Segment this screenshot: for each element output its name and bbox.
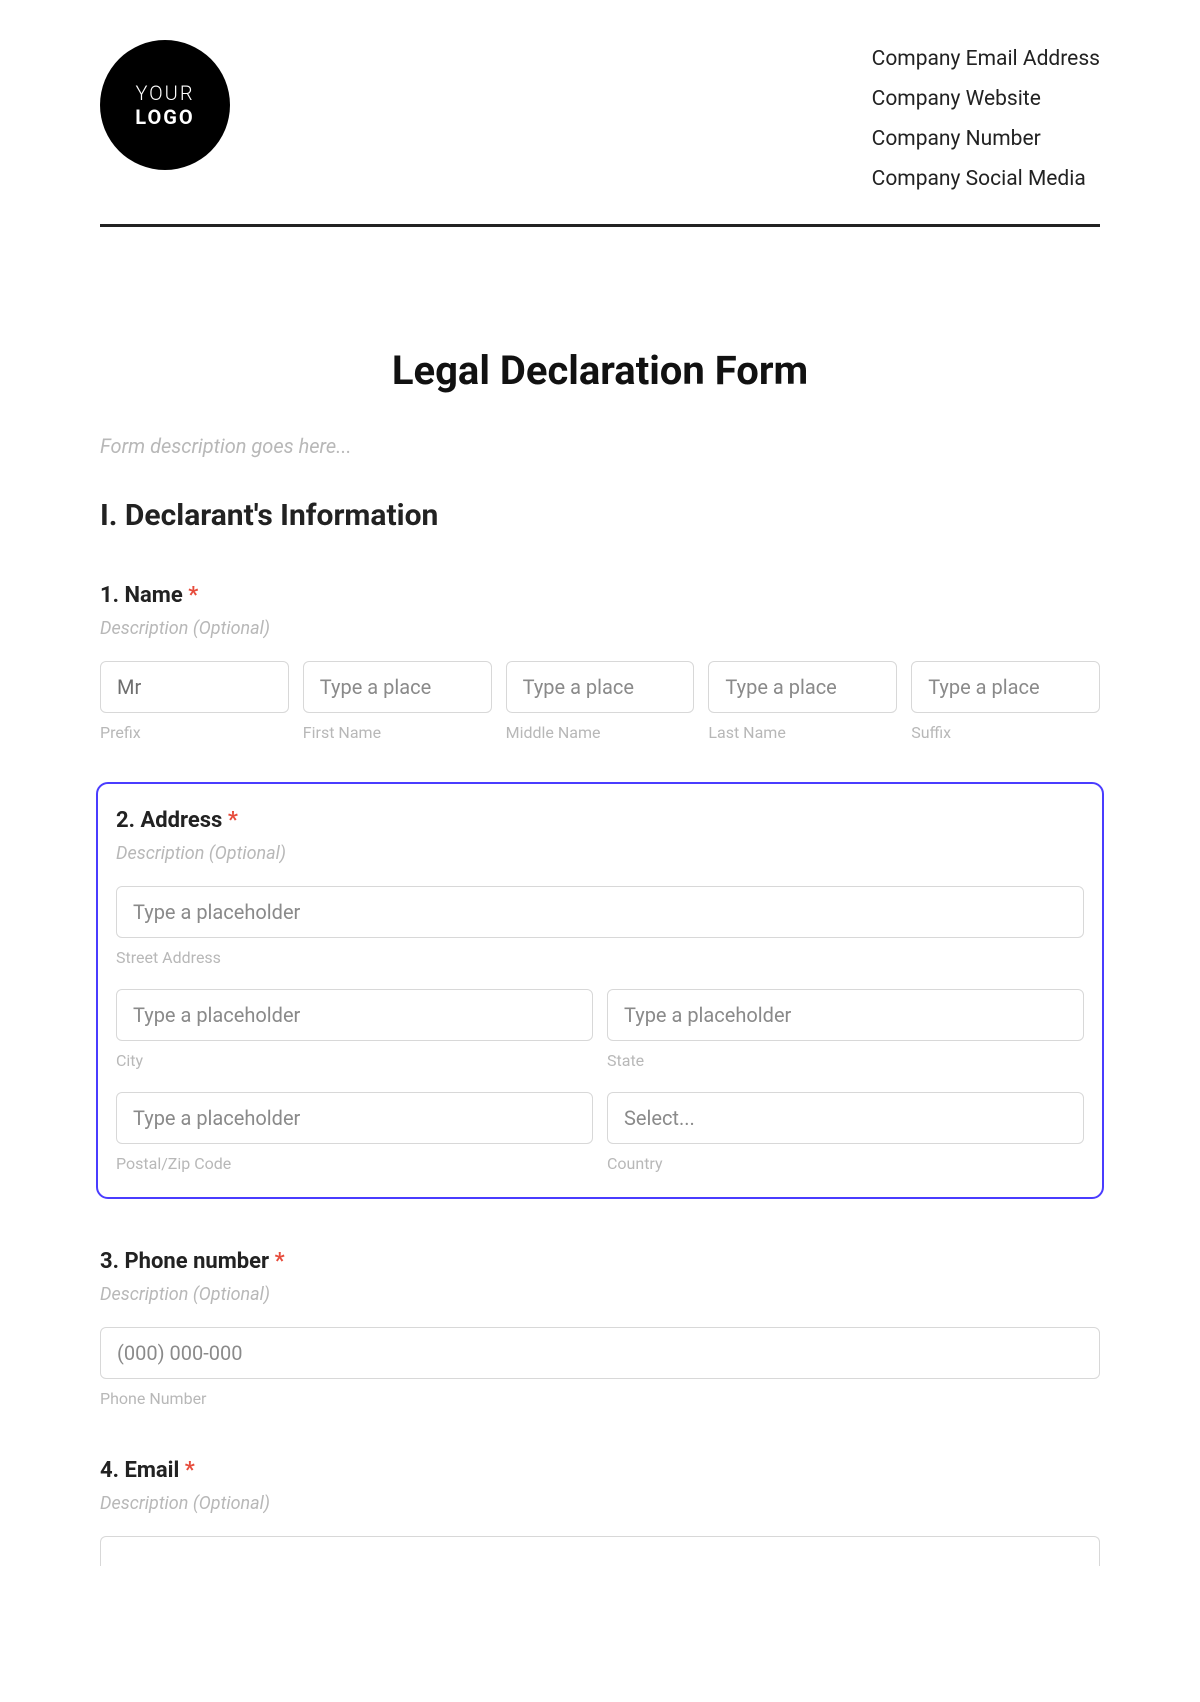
- city-sublabel: City: [116, 1051, 593, 1070]
- logo-line1: YOUR: [135, 81, 194, 105]
- company-email: Company Email Address: [872, 40, 1100, 80]
- middle-name-sublabel: Middle Name: [506, 723, 695, 742]
- section-title: I. Declarant's Information: [100, 498, 1100, 533]
- name-label: 1. Name *: [100, 583, 1100, 608]
- company-website: Company Website: [872, 80, 1100, 120]
- postal-sublabel: Postal/Zip Code: [116, 1154, 593, 1173]
- last-name-input[interactable]: [708, 661, 897, 713]
- form-title: Legal Declaration Form: [100, 347, 1100, 394]
- logo-line2: LOGO: [135, 105, 194, 129]
- company-social: Company Social Media: [872, 160, 1100, 200]
- required-mark: *: [275, 1249, 285, 1274]
- field-name: 1. Name * Description (Optional) Prefix …: [100, 583, 1100, 742]
- state-input[interactable]: [607, 989, 1084, 1041]
- email-input-partial[interactable]: [100, 1536, 1100, 1566]
- country-select[interactable]: [607, 1092, 1084, 1144]
- logo: YOUR LOGO: [100, 40, 230, 170]
- required-mark: *: [228, 808, 238, 833]
- middle-name-input[interactable]: [506, 661, 695, 713]
- first-name-input[interactable]: [303, 661, 492, 713]
- first-name-sublabel: First Name: [303, 723, 492, 742]
- company-number: Company Number: [872, 120, 1100, 160]
- phone-label: 3. Phone number *: [100, 1249, 1100, 1274]
- email-label: 4. Email *: [100, 1458, 1100, 1483]
- street-input[interactable]: [116, 886, 1084, 938]
- suffix-input[interactable]: [911, 661, 1100, 713]
- state-sublabel: State: [607, 1051, 1084, 1070]
- phone-input[interactable]: [100, 1327, 1100, 1379]
- email-desc: Description (Optional): [100, 1493, 1100, 1514]
- prefix-sublabel: Prefix: [100, 723, 289, 742]
- phone-desc: Description (Optional): [100, 1284, 1100, 1305]
- postal-input[interactable]: [116, 1092, 593, 1144]
- country-sublabel: Country: [607, 1154, 1084, 1173]
- street-sublabel: Street Address: [116, 948, 1084, 967]
- address-desc: Description (Optional): [116, 843, 1084, 864]
- company-info: Company Email Address Company Website Co…: [872, 40, 1100, 200]
- required-mark: *: [188, 583, 198, 608]
- form-description: Form description goes here...: [100, 434, 1100, 458]
- field-phone: 3. Phone number * Description (Optional)…: [100, 1249, 1100, 1408]
- suffix-sublabel: Suffix: [911, 723, 1100, 742]
- last-name-sublabel: Last Name: [708, 723, 897, 742]
- field-email: 4. Email * Description (Optional): [100, 1458, 1100, 1566]
- required-mark: *: [185, 1458, 195, 1483]
- address-label: 2. Address *: [116, 808, 1084, 833]
- field-address[interactable]: 2. Address * Description (Optional) Stre…: [96, 782, 1104, 1199]
- page-header: YOUR LOGO Company Email Address Company …: [100, 40, 1100, 227]
- phone-sublabel: Phone Number: [100, 1389, 1100, 1408]
- prefix-input[interactable]: [100, 661, 289, 713]
- name-desc: Description (Optional): [100, 618, 1100, 639]
- city-input[interactable]: [116, 989, 593, 1041]
